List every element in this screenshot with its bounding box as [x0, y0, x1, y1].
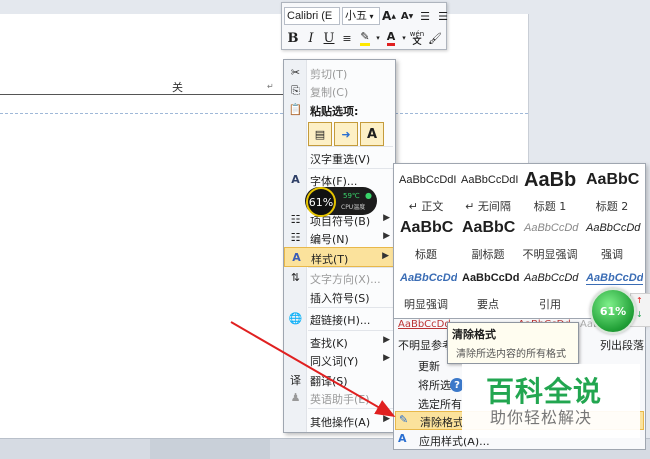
arrow-line — [230, 321, 396, 418]
annotation-arrow — [230, 321, 396, 418]
